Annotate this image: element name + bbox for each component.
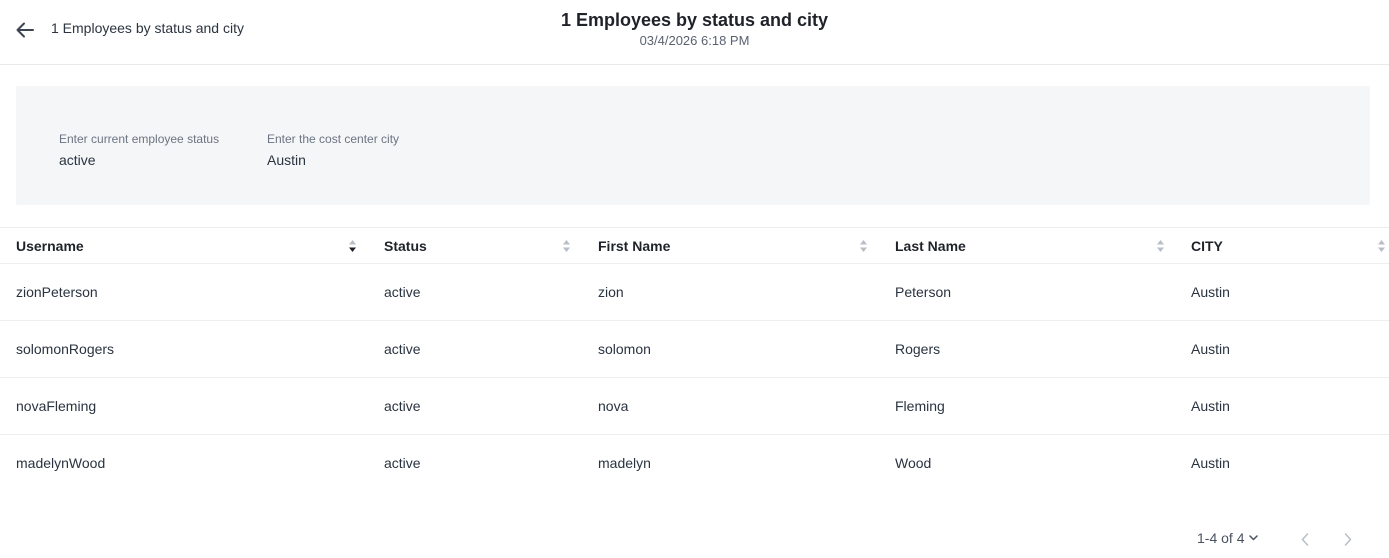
cell-status: active bbox=[384, 284, 421, 300]
cell-status: active bbox=[384, 341, 421, 357]
report-header: 1 Employees by status and city 1 Employe… bbox=[0, 0, 1389, 65]
cell-username: madelynWood bbox=[16, 455, 106, 471]
cell-city: Austin bbox=[1191, 398, 1230, 414]
column-header-first-name[interactable]: First Name bbox=[598, 228, 670, 263]
city-filter-value[interactable]: Austin bbox=[267, 152, 399, 169]
cell-username: solomonRogers bbox=[16, 341, 115, 357]
cell-username: novaFleming bbox=[16, 398, 97, 414]
page-title: 1 Employees by status and city bbox=[560, 10, 829, 30]
cell-first-name: nova bbox=[598, 398, 629, 414]
cell-last-name: Rogers bbox=[895, 341, 941, 357]
sort-icon[interactable] bbox=[562, 239, 571, 253]
cell-username: zionPeterson bbox=[16, 284, 98, 300]
cell-city: Austin bbox=[1191, 284, 1230, 300]
table-row[interactable]: zionPeterson active zion Peterson Austin bbox=[0, 264, 1389, 321]
sort-icon[interactable] bbox=[1377, 239, 1386, 253]
sort-icon[interactable] bbox=[348, 239, 357, 253]
cell-first-name: solomon bbox=[598, 341, 651, 357]
page-range-text: 1-4 of 4 bbox=[1197, 530, 1245, 546]
cell-city: Austin bbox=[1191, 455, 1230, 471]
column-header-city[interactable]: CITY bbox=[1191, 228, 1223, 263]
status-filter-label: Enter current employee status bbox=[59, 132, 220, 146]
filter-panel: Enter current employee status active Ent… bbox=[16, 86, 1370, 205]
city-filter[interactable]: Enter the cost center city Austin bbox=[267, 132, 399, 169]
chevron-left-icon bbox=[1301, 532, 1309, 546]
cell-first-name: zion bbox=[598, 284, 624, 300]
title-block: 1 Employees by status and city 03/4/2026… bbox=[0, 9, 1389, 49]
cell-last-name: Fleming bbox=[895, 398, 945, 414]
cell-status: active bbox=[384, 455, 421, 471]
sort-icon[interactable] bbox=[859, 239, 868, 253]
chevron-down-icon bbox=[1249, 535, 1259, 541]
status-filter-value[interactable]: active bbox=[59, 152, 219, 169]
table-row[interactable]: madelynWood active madelyn Wood Austin bbox=[0, 435, 1389, 491]
cell-last-name: Wood bbox=[895, 455, 932, 471]
page-range-dropdown[interactable]: 1-4 of 4 bbox=[1197, 530, 1259, 546]
status-filter[interactable]: Enter current employee status active bbox=[59, 132, 219, 169]
table-row[interactable]: novaFleming active nova Fleming Austin bbox=[0, 378, 1389, 435]
column-header-username[interactable]: Username bbox=[16, 228, 84, 263]
chevron-right-icon bbox=[1344, 532, 1352, 546]
column-header-last-name[interactable]: Last Name bbox=[895, 228, 966, 263]
sort-icon[interactable] bbox=[1156, 239, 1165, 253]
cell-first-name: madelyn bbox=[598, 455, 651, 471]
city-filter-label: Enter the cost center city bbox=[267, 132, 400, 146]
cell-last-name: Peterson bbox=[895, 284, 952, 300]
column-header-status[interactable]: Status bbox=[384, 228, 427, 263]
cell-city: Austin bbox=[1191, 341, 1230, 357]
report-timestamp: 03/4/2026 6:18 PM bbox=[639, 33, 750, 48]
table-header: Username Status First Name Last Name CIT… bbox=[0, 228, 1389, 264]
table-row[interactable]: solomonRogers active solomon Rogers Aust… bbox=[0, 321, 1389, 378]
previous-page-button[interactable] bbox=[1297, 531, 1313, 547]
results-table: Username Status First Name Last Name CIT… bbox=[0, 227, 1389, 491]
cell-status: active bbox=[384, 398, 421, 414]
next-page-button[interactable] bbox=[1340, 531, 1356, 547]
